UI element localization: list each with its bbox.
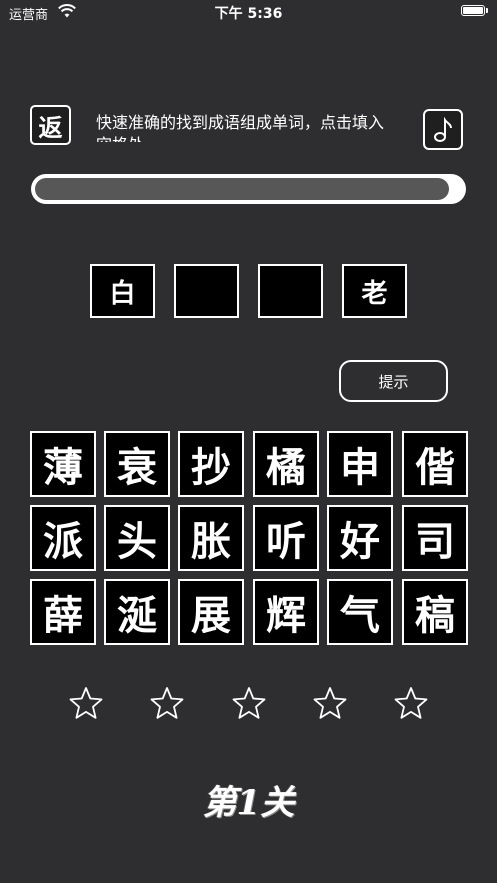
answer-slot[interactable]: 白 [90,264,155,318]
instruction-text: 快速准确的找到成语组成单词，点击填入空格处 [96,113,385,142]
character-tile[interactable]: 偕 [402,431,468,497]
star-icon [313,687,347,719]
star-icon [150,687,184,719]
character-tile[interactable]: 橘 [253,431,319,497]
answer-slot[interactable] [174,264,239,318]
progress-bar [31,174,466,204]
star-icon [232,687,266,719]
character-tile[interactable]: 派 [30,505,96,571]
status-bar: 运营商 下午 5:36 [0,0,497,26]
character-tile[interactable]: 展 [178,579,244,645]
character-tile[interactable]: 申 [327,431,393,497]
character-tile[interactable]: 衰 [104,431,170,497]
battery-tip [486,8,488,13]
character-tile[interactable]: 薄 [30,431,96,497]
character-tile[interactable]: 头 [104,505,170,571]
character-tile[interactable]: 抄 [178,431,244,497]
music-toggle-button[interactable] [423,109,463,150]
battery-icon [461,5,485,16]
star-icon [394,687,428,719]
character-tile[interactable]: 司 [402,505,468,571]
status-time: 下午 5:36 [214,6,283,22]
character-tile[interactable]: 薛 [30,579,96,645]
character-tile[interactable]: 气 [327,579,393,645]
character-tile[interactable]: 稿 [402,579,468,645]
character-tile[interactable]: 涎 [104,579,170,645]
character-tile[interactable]: 辉 [253,579,319,645]
character-tile[interactable]: 听 [253,505,319,571]
character-tile[interactable]: 好 [327,505,393,571]
character-tile[interactable]: 胀 [178,505,244,571]
star-icon [69,687,103,719]
hint-button[interactable]: 提示 [339,360,448,402]
music-note-icon [434,116,452,142]
back-button[interactable]: 返 [30,105,71,145]
level-label: 第1关 [202,783,295,823]
progress-fill [35,178,450,200]
character-grid: 薄 衰 抄 橘 申 偕 派 头 胀 听 好 司 薛 涎 展 辉 气 稿 [30,431,468,646]
answer-slot[interactable] [258,264,323,318]
answer-slot[interactable]: 老 [342,264,407,318]
